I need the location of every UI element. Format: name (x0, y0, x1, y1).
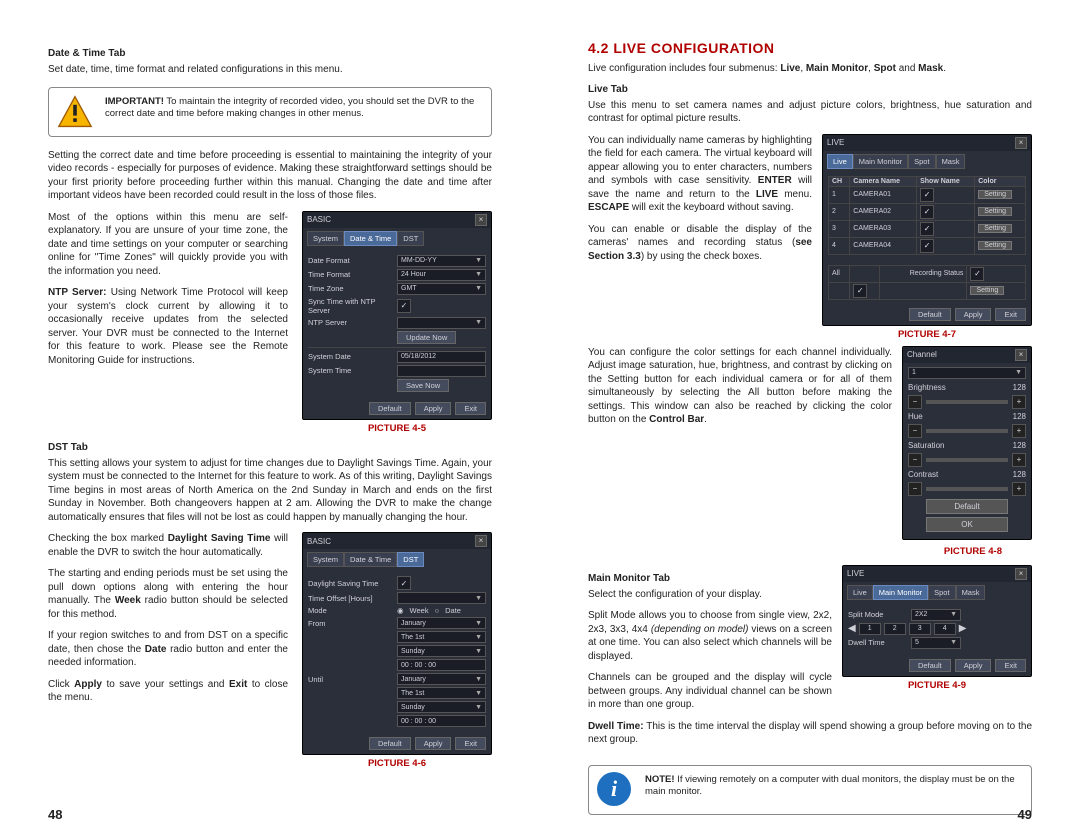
split-mode-select[interactable]: 2X2▼ (911, 609, 961, 621)
important-label: IMPORTANT! (105, 96, 164, 107)
para: Most of the options within this menu are… (48, 211, 288, 279)
time-format-select[interactable]: 24 Hour▼ (397, 269, 486, 281)
time-zone-select[interactable]: GMT▼ (397, 283, 486, 295)
info-icon: i (597, 772, 633, 808)
apply-button[interactable]: Apply (415, 737, 452, 750)
exit-button[interactable]: Exit (455, 737, 486, 750)
default-button[interactable]: Default (909, 308, 951, 321)
table-row: 3CAMERA03✓Setting (829, 220, 1026, 237)
table-row: 4CAMERA04✓Setting (829, 237, 1026, 254)
tab-dst[interactable]: DST (397, 552, 424, 567)
date-format-select[interactable]: MM-DD-YY▼ (397, 255, 486, 267)
dwell-time-select[interactable]: 5▼ (911, 637, 961, 649)
date-radio[interactable]: ○ (435, 606, 440, 615)
para: Checking the box marked Daylight Saving … (48, 532, 288, 559)
warning-icon (57, 94, 93, 130)
tab-main-monitor[interactable]: Main Monitor (853, 154, 908, 169)
note-label: NOTE! (645, 774, 675, 785)
screenshot-basic-dst: BASIC× System Date & Time DST Daylight S… (302, 532, 492, 755)
tab-system[interactable]: System (307, 552, 344, 567)
caption-4-9: PICTURE 4-9 (842, 680, 1032, 691)
time-offset-select[interactable]: ▼ (397, 592, 486, 604)
ntp-server-select[interactable]: ▼ (397, 317, 486, 329)
prev-icon[interactable]: ◀ (848, 623, 856, 634)
tab-date-time[interactable]: Date & Time (344, 231, 397, 246)
tab-dst[interactable]: DST (397, 231, 424, 246)
tab-mask[interactable]: Mask (936, 154, 966, 169)
para: The starting and ending periods must be … (48, 567, 288, 621)
heading-dst: DST Tab (48, 442, 492, 453)
default-button[interactable]: Default (369, 737, 411, 750)
para: Set date, time, time format and related … (48, 63, 492, 77)
caption-4-6: PICTURE 4-6 (302, 758, 492, 769)
para: If your region switches to and from DST … (48, 629, 288, 670)
screenshot-live: LIVE× Live Main Monitor Spot Mask CHCame… (822, 134, 1032, 326)
screenshot-basic-datetime: BASIC× System Date & Time DST Date Forma… (302, 211, 492, 420)
week-radio[interactable]: ◉ (397, 606, 404, 615)
callout-important: IMPORTANT! To maintain the integrity of … (48, 87, 492, 137)
channel-select[interactable]: 1▼ (908, 367, 1026, 379)
tab-live[interactable]: Live (827, 154, 853, 169)
table-row: 1CAMERA01✓Setting (829, 186, 1026, 203)
dst-checkbox[interactable]: ✓ (397, 576, 411, 590)
close-icon[interactable]: × (475, 214, 487, 226)
close-icon[interactable]: × (475, 535, 487, 547)
apply-button[interactable]: Apply (415, 402, 452, 415)
heading-live-config: 4.2 LIVE CONFIGURATION (588, 40, 1032, 56)
table-row: 2CAMERA02✓Setting (829, 203, 1026, 220)
tab-system[interactable]: System (307, 231, 344, 246)
apply-button[interactable]: Apply (955, 308, 992, 321)
page-number: 48 (48, 807, 62, 822)
para: This setting allows your system to adjus… (48, 457, 492, 525)
setting-button[interactable]: Setting (978, 190, 1012, 199)
close-icon[interactable]: × (1015, 568, 1027, 580)
default-button[interactable]: Default (926, 499, 1008, 514)
camera-table: CHCamera NameShow NameColor 1CAMERA01✓Se… (828, 176, 1026, 255)
ok-button[interactable]: OK (926, 517, 1008, 532)
next-icon[interactable]: ▶ (959, 623, 967, 634)
para: Click Apply to save your settings and Ex… (48, 678, 288, 705)
para: Dwell Time: This is the time interval th… (588, 720, 1032, 747)
plus-button[interactable]: + (1012, 395, 1026, 409)
close-icon[interactable]: × (1015, 349, 1027, 361)
heading-live-tab: Live Tab (588, 84, 1032, 95)
caption-4-7: PICTURE 4-7 (822, 329, 1032, 340)
caption-4-5: PICTURE 4-5 (302, 423, 492, 434)
para: Setting the correct date and time before… (48, 149, 492, 203)
para: Live configuration includes four submenu… (588, 62, 1032, 76)
callout-note: i NOTE! If viewing remotely on a compute… (588, 765, 1032, 815)
para: Use this menu to set camera names and ad… (588, 99, 1032, 126)
heading-date-time: Date & Time Tab (48, 48, 492, 59)
note-text: If viewing remotely on a computer with d… (645, 774, 1015, 798)
close-icon[interactable]: × (1015, 137, 1027, 149)
screenshot-main-monitor: LIVE× Live Main Monitor Spot Mask Split … (842, 565, 1032, 677)
system-date-field[interactable]: 05/18/2012 (397, 351, 486, 363)
caption-4-8: PICTURE 4-8 (588, 546, 1002, 557)
screenshot-channel: Channel× 1▼ Brightness128 −+ Hue128 −+ S… (902, 346, 1032, 540)
minus-button[interactable]: − (908, 395, 922, 409)
system-time-field[interactable] (397, 365, 486, 377)
update-now-button[interactable]: Update Now (397, 331, 456, 344)
page-number: 49 (1018, 807, 1032, 822)
exit-button[interactable]: Exit (995, 308, 1026, 321)
page-49: 4.2 LIVE CONFIGURATION Live configuratio… (540, 0, 1080, 834)
tab-date-time[interactable]: Date & Time (344, 552, 397, 567)
para-ntp: NTP Server: Using Network Time Protocol … (48, 286, 288, 367)
save-now-button[interactable]: Save Now (397, 379, 449, 392)
ntp-sync-checkbox[interactable]: ✓ (397, 299, 411, 313)
default-button[interactable]: Default (369, 402, 411, 415)
tab-spot[interactable]: Spot (908, 154, 935, 169)
exit-button[interactable]: Exit (455, 402, 486, 415)
page-48: Date & Time Tab Set date, time, time for… (0, 0, 540, 834)
